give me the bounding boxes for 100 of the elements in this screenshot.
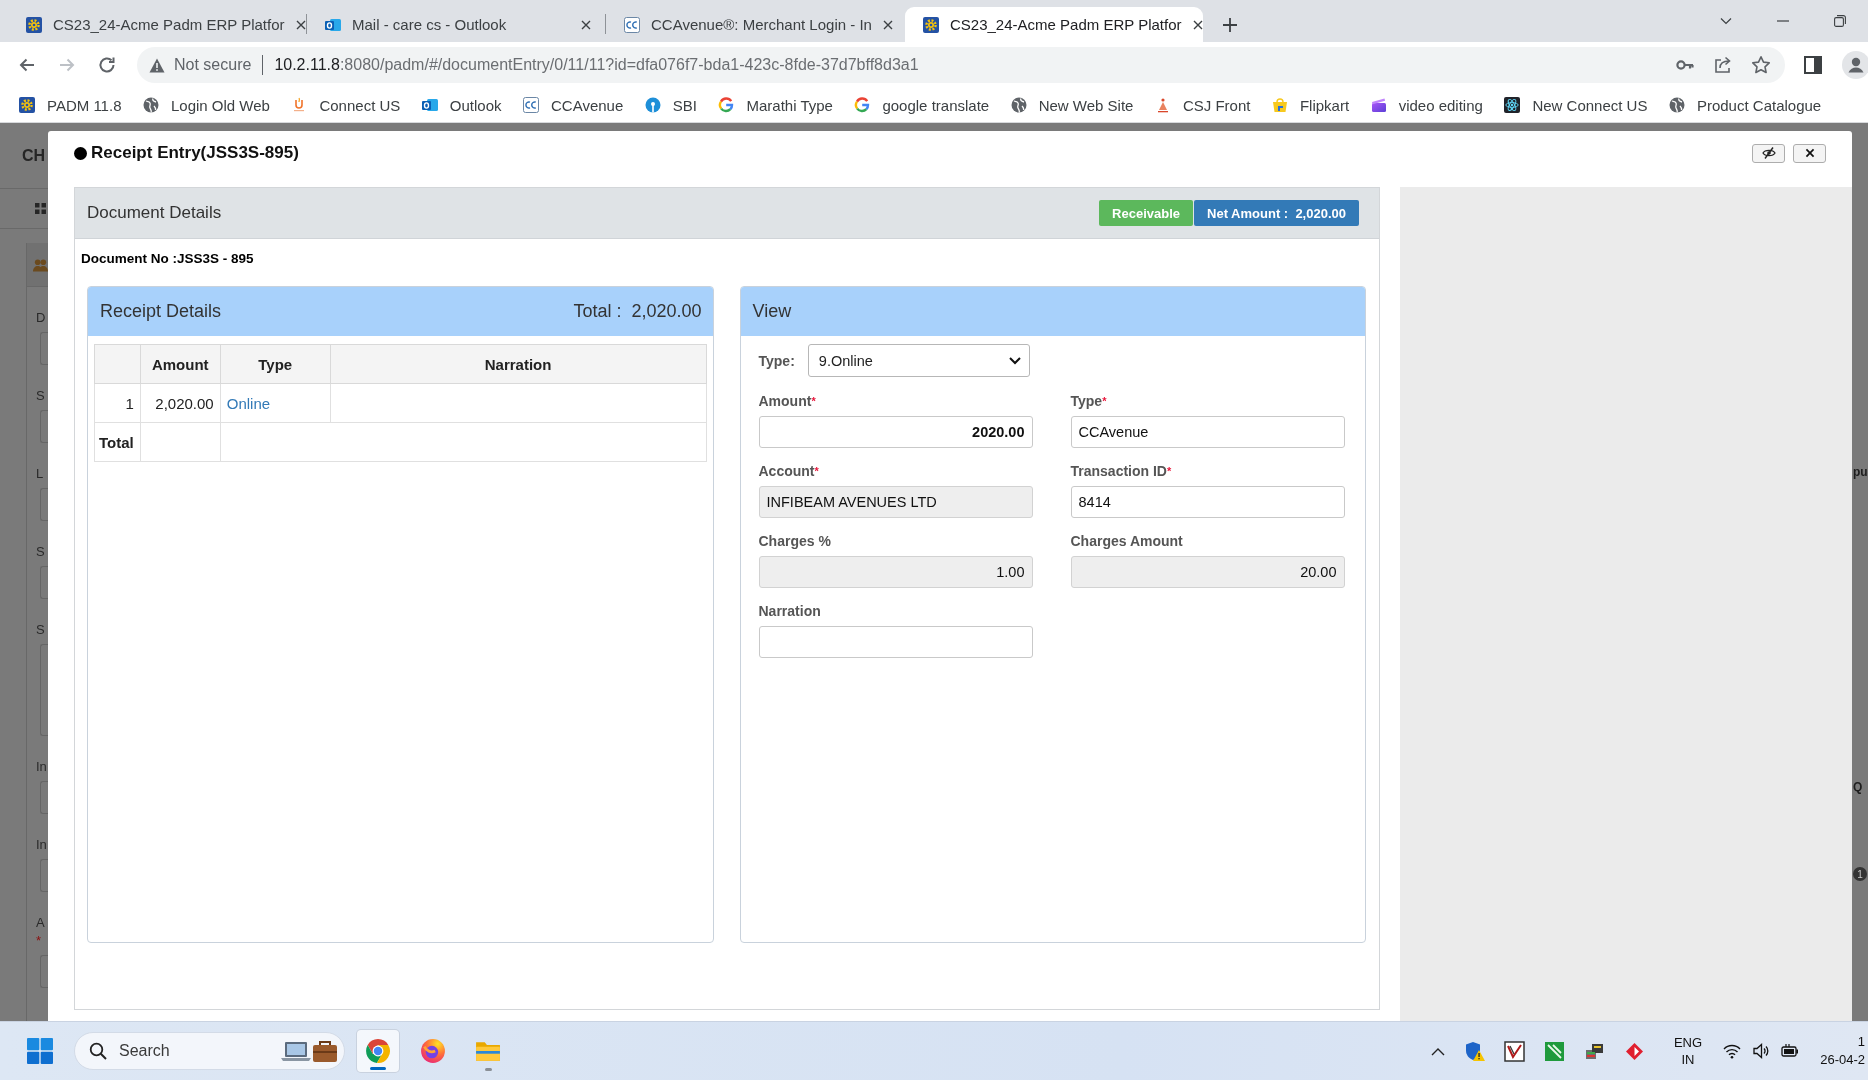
close-icon[interactable] [1192, 19, 1203, 30]
type-dropdown[interactable]: 9.Online [807, 344, 1030, 377]
not-secure-label[interactable]: Not secure [174, 56, 252, 74]
input-field[interactable] [758, 626, 1033, 658]
globe-icon [1668, 97, 1685, 113]
hide-button[interactable] [1752, 143, 1785, 163]
background-heading: CH [22, 146, 46, 165]
chevron-down-icon[interactable] [1719, 15, 1732, 27]
background-label: S [36, 387, 46, 405]
chevron-up-icon[interactable] [1431, 1046, 1445, 1056]
dot-icon [74, 146, 87, 160]
speaker-icon[interactable] [1752, 1042, 1770, 1060]
panel-title: View [752, 301, 792, 322]
browser-tab[interactable]: Mail - care cs - Outlook [307, 7, 605, 42]
field-label: Narration [758, 602, 822, 621]
field-label: Charges % [758, 532, 832, 551]
input-field[interactable]: CCAvenue [1070, 416, 1345, 448]
language-indicator[interactable]: ENG IN [1671, 1034, 1705, 1068]
input-field[interactable]: 2020.00 [758, 416, 1033, 448]
bookmark[interactable]: google translate [854, 96, 990, 114]
bookmark[interactable]: New Web Site [1010, 96, 1134, 114]
bookmark[interactable]: CSJ Front [1154, 96, 1251, 114]
status-badge: Receivable [1099, 200, 1194, 226]
share-icon[interactable] [1713, 55, 1733, 75]
bookmark[interactable]: Product Catalogue [1668, 96, 1822, 114]
slashed-tile-icon[interactable] [1544, 1040, 1565, 1062]
document-number: Document No :JSS3S - 895 [80, 250, 255, 268]
close-button[interactable] [1793, 143, 1826, 163]
table-header-cell: Narration [330, 344, 706, 384]
required-mark: * [36, 932, 43, 950]
background-label: S [36, 621, 46, 639]
restore-icon[interactable] [1833, 15, 1846, 27]
gear-tile-icon [19, 97, 35, 113]
browser-tab[interactable]: CCAvenue®: Merchant Login - In [606, 7, 904, 42]
close-icon[interactable] [581, 19, 591, 30]
field-label: Transaction ID* [1070, 462, 1173, 481]
bookmark[interactable]: CCAvenue [523, 96, 624, 114]
mail-tile-icon [421, 97, 438, 113]
shopping-bag-icon [1271, 97, 1288, 113]
bookmark[interactable]: video editing [1370, 96, 1483, 114]
gear-tile-icon [923, 16, 939, 33]
browser-tab[interactable]: CS23_24-Acme Padm ERP Platfor [8, 7, 306, 42]
input-field[interactable]: 1.00 [758, 556, 1033, 588]
bookmark[interactable]: Login Old Web [143, 96, 270, 114]
bookmark[interactable]: Connect US [291, 96, 401, 114]
globe-icon [143, 97, 159, 113]
background-label: L [36, 465, 45, 483]
diamond-icon[interactable] [1624, 1040, 1645, 1062]
shield-warning-icon[interactable] [1464, 1040, 1485, 1062]
grid-icon [35, 203, 46, 214]
close-icon[interactable] [295, 19, 306, 30]
clapperboard-icon [1370, 97, 1387, 113]
address-bar[interactable]: Not secure 10.2.11.8:8080/padm/#/documentEntry/0/11/11?id=dfa076f7-bda1-423c-8fde-37d7bff8d3a1 [137, 47, 1785, 83]
table-header-cell [94, 344, 141, 384]
input-field[interactable]: 8414 [1070, 486, 1345, 518]
minimize-icon[interactable] [1776, 20, 1789, 22]
eye-slash-icon [1761, 147, 1776, 159]
close-icon[interactable] [882, 19, 893, 30]
bookmark[interactable]: Marathi Type [718, 96, 833, 114]
table-cell: Total [94, 422, 141, 462]
table-cell: 2,020.00 [140, 383, 221, 423]
url-text[interactable]: 10.2.11.8:8080/padm/#/documentEntry/0/11/11?id=dfa076f7-bda1-423c-8fde-37d7bff8d3a1 [274, 56, 919, 74]
bookmark[interactable]: Flipkart [1271, 96, 1350, 114]
battery-icon[interactable] [1781, 1042, 1799, 1060]
chevron-down-icon [1008, 356, 1021, 365]
type-link[interactable]: Online [226, 394, 271, 412]
side-panel-icon[interactable] [1804, 56, 1822, 74]
search-field[interactable]: Search [74, 1032, 345, 1070]
plus-icon[interactable] [1222, 17, 1238, 33]
input-field[interactable]: 20.00 [1070, 556, 1345, 588]
background-label: A [36, 914, 46, 932]
bookmark[interactable]: Outlook [421, 96, 502, 114]
flame-circle-icon [420, 1038, 446, 1064]
table-cell: 1 [94, 383, 141, 423]
clock[interactable]: 1 26-04-2 [1815, 1033, 1868, 1069]
mail-tile-icon [325, 16, 341, 33]
browser-icon [365, 1038, 391, 1064]
cc-logo-icon [523, 97, 539, 113]
wifi-icon[interactable] [1723, 1042, 1741, 1060]
background-label: Q [1853, 779, 1863, 795]
people-icon [33, 257, 48, 272]
bookmark[interactable]: New Connect US [1504, 96, 1648, 114]
star-icon[interactable] [1751, 55, 1771, 75]
panel-title: Document Details [87, 203, 222, 223]
windows-logo-icon[interactable] [27, 1038, 53, 1064]
warning-icon [149, 57, 165, 73]
taskbar-app[interactable] [356, 1029, 400, 1073]
field-label: Account* [758, 462, 820, 481]
input-field[interactable]: INFIBEAM AVENUES LTD [758, 486, 1033, 518]
bookmark[interactable]: SBI [644, 96, 697, 114]
reload-icon[interactable] [97, 55, 117, 75]
background-label: pu [1853, 464, 1868, 480]
background-label: S [36, 543, 46, 561]
table-header-cell: Type [220, 344, 331, 384]
profile-avatar-icon[interactable] [1842, 51, 1868, 79]
bookmark[interactable]: PADM 11.8 [19, 96, 122, 114]
field-label: Type* [1070, 392, 1108, 411]
field-label: Charges Amount [1070, 532, 1184, 551]
check-tile-icon[interactable] [1504, 1040, 1525, 1062]
browser-tab[interactable]: CS23_24-Acme Padm ERP Platfor [905, 7, 1203, 42]
